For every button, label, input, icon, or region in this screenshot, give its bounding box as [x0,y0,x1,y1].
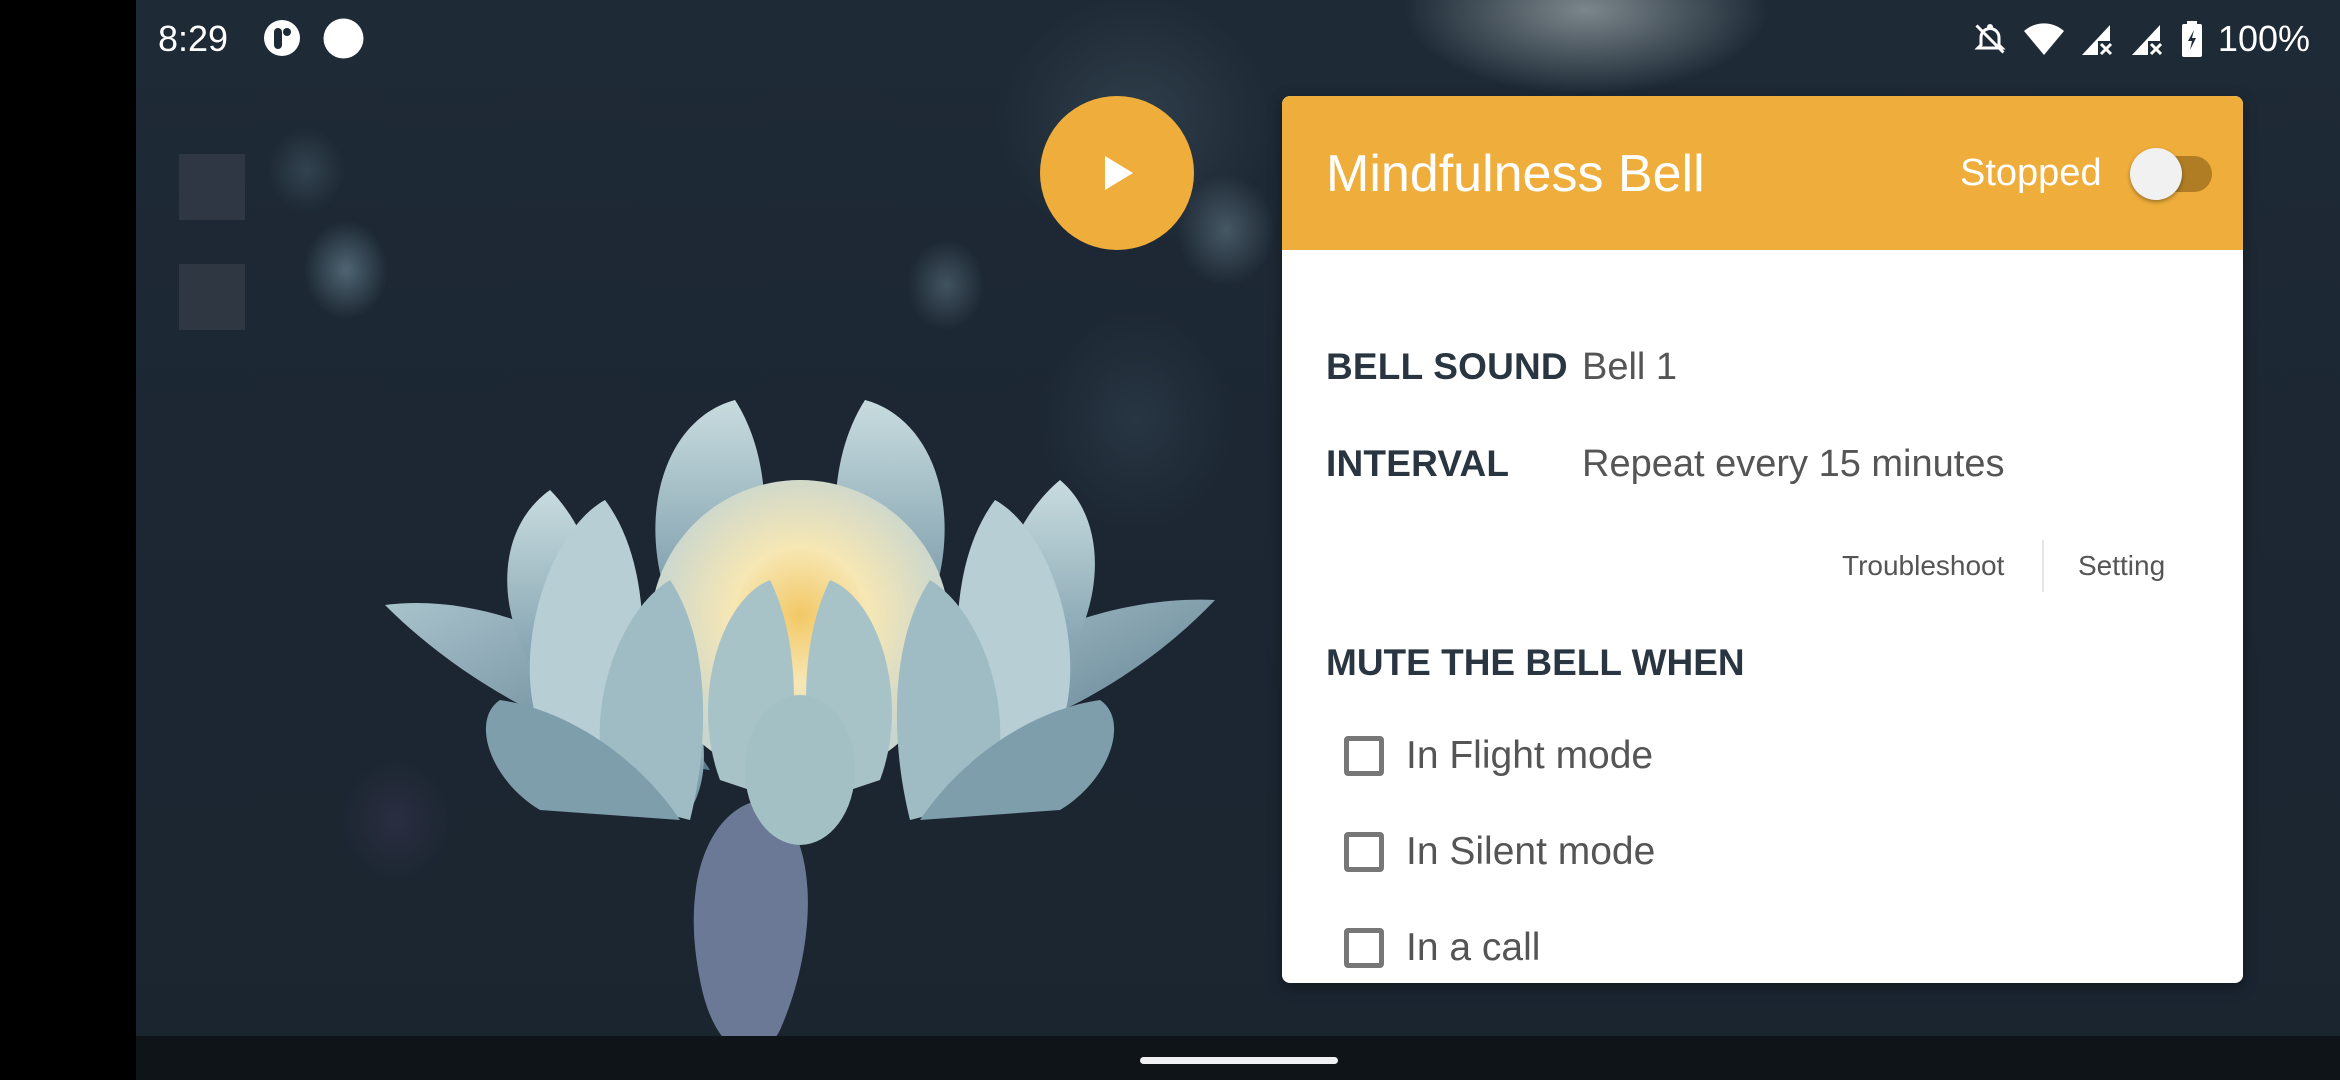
bell-sound-label: BELL SOUND [1326,346,1568,387]
card-header: Mindfulness Bell Stopped [1282,96,2243,250]
mute-option-silent-mode[interactable]: In Silent mode [1344,830,1655,874]
interval-value[interactable]: Repeat every 15 minutes [1582,443,2004,486]
play-icon [1105,156,1133,190]
mindfulness-bell-card: Mindfulness Bell Stopped BELL SOUND Bell… [1282,96,2243,983]
checkbox[interactable] [1344,928,1384,968]
bell-off-icon [1974,23,2006,54]
lotus-flower-image [385,400,1215,1053]
troubleshoot-link[interactable]: Troubleshoot [1842,550,2004,582]
interval-label: INTERVAL [1326,443,1510,484]
side-placeholder-square [179,264,245,330]
play-button[interactable] [1040,96,1194,250]
bell-sound-row[interactable]: BELL SOUND Bell 1 [1326,346,1677,389]
checkbox-label: In a call [1406,926,1541,969]
mute-option-in-call[interactable]: In a call [1344,926,1540,970]
bell-status-label: Stopped [1960,152,2102,194]
link-divider [2042,540,2044,592]
checkbox-label: In Silent mode [1406,830,1656,873]
app-notification-icon [264,20,300,56]
status-bar: 8:29 100% [0,0,2340,80]
battery-charging-icon [2181,21,2202,57]
toggle-thumb [2130,148,2182,200]
app-title: Mindfulness Bell [1326,145,1705,203]
checkbox-label: In Flight mode [1406,734,1654,777]
wifi-icon [2023,23,2064,55]
card-links: Troubleshoot Setting [1282,540,2243,596]
interval-row[interactable]: INTERVAL Repeat every 15 minutes [1326,443,2004,486]
circle-notification-icon [323,18,364,59]
side-placeholder-square [179,154,245,220]
bell-on-off-toggle[interactable] [2126,142,2216,204]
home-gesture-handle[interactable] [1140,1057,1338,1064]
checkbox[interactable] [1344,832,1384,872]
signal-no-service-icon [2081,25,2112,56]
checkbox[interactable] [1344,736,1384,776]
system-status-icons: 100% [1972,18,2310,60]
mute-section-title: MUTE THE BELL WHEN [1326,642,1745,683]
signal-no-service-icon [2131,25,2162,56]
setting-link[interactable]: Setting [2078,550,2165,582]
bell-sound-value[interactable]: Bell 1 [1582,346,1677,389]
battery-percentage: 100% [2217,18,2310,59]
mute-option-flight-mode[interactable]: In Flight mode [1344,734,1653,778]
clock: 8:29 [158,18,229,59]
